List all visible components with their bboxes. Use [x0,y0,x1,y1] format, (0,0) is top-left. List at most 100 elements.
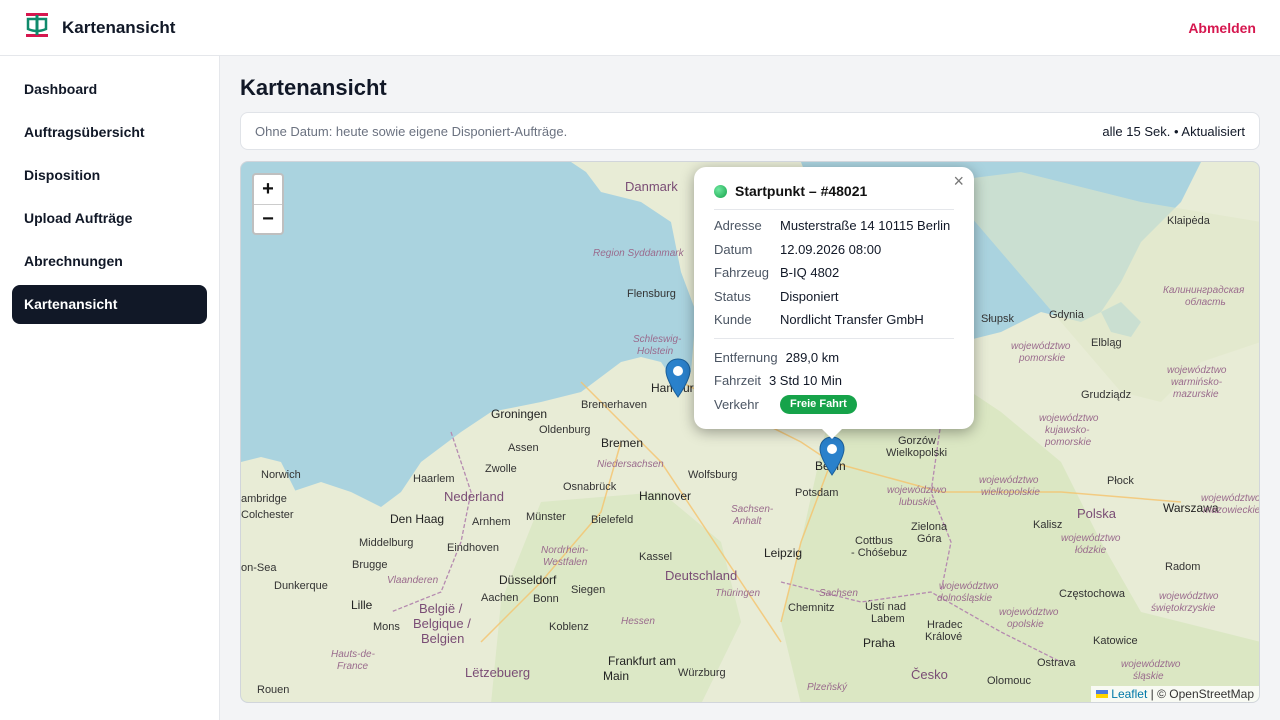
field-value: Musterstraße 14 10115 Berlin [780,218,951,233]
popup-field-fahrzeug: Fahrzeug B-IQ 4802 [714,261,954,285]
map-label-hradec-1: Hradec [927,619,963,631]
map-label-sachsen-anhalt-1: Sachsen- [731,504,774,515]
sidebar-item-upload-auftraege[interactable]: Upload Aufträge [12,199,207,238]
map-label-danmark: Danmark [625,179,678,194]
map-label-hauts-de-france-1: Hauts-de- [331,649,375,660]
sidebar: Dashboard Auftragsübersicht Disposition … [0,56,220,720]
map-label-wolfsburg: Wolfsburg [688,469,738,481]
map[interactable]: Danmark Region Syddanmark Flensburg Schl… [240,161,1260,703]
map-label-cambridge: ambridge [241,493,287,505]
map-label-aachen: Aachen [481,592,519,604]
map-label-bruegge: Brugge [352,559,388,571]
map-label-hannover: Hannover [639,489,692,503]
map-label-kaliningrad-1: Калининградская [1163,285,1245,296]
zoom-in-button[interactable]: + [254,175,282,204]
sidebar-item-abrechnungen[interactable]: Abrechnungen [12,242,207,281]
map-label-klaipeda: Klaipėda [1167,215,1210,227]
map-label-gdynia: Gdynia [1049,309,1084,321]
map-label-koblenz: Koblenz [549,621,589,633]
map-label-polska: Polska [1077,506,1117,521]
leaflet-link[interactable]: Leaflet [1111,687,1147,701]
map-label-assen: Assen [508,442,539,454]
field-label: Status [714,288,751,304]
map-label-colchester: Colchester [241,509,294,521]
map-label-schleswig-2: Holstein [637,346,674,357]
sidebar-item-disposition[interactable]: Disposition [12,156,207,195]
sidebar-item-auftragsuebersicht[interactable]: Auftragsübersicht [12,113,207,152]
map-label-mons: Mons [373,621,400,633]
map-label-hradec-2: Králové [925,631,963,643]
map-label-pomorskie-1: województwo [1011,341,1071,352]
map-label-pomorskie-2: pomorskie [1019,353,1066,364]
map-label-zielona-1: Zielona [911,521,948,533]
map-label-nederland: Nederland [444,489,504,504]
map-marker-berlin[interactable] [819,436,845,476]
map-label-radom: Radom [1165,561,1201,573]
popup-title: Startpunkt – #48021 [735,183,868,199]
map-label-dolnoslaskie-2: dolnośląskie [937,593,993,604]
traffic-badge: Freie Fahrt [780,394,857,414]
map-label-usti-1: Ústí nad [865,601,906,613]
popup-close-button[interactable]: × [953,171,964,192]
map-label-nrw-1: Nordrhein- [541,545,589,556]
refresh-status: alle 15 Sek. • Aktualisiert [1102,123,1245,139]
zoom-out-button[interactable]: − [254,204,282,233]
map-label-kujawsko-1: województwo [1039,413,1099,424]
field-label: Fahrzeug [714,265,769,280]
popup-field-status: Status Disponiert [714,285,954,309]
map-label-letzebuerg: Lëtzebuerg [465,665,531,680]
map-label-belgie-3: Belgien [421,631,465,646]
info-text: Ohne Datum: heute sowie eigene Disponier… [255,123,568,139]
map-label-warminsko-3: mazurskie [1173,389,1219,400]
field-value: Nordlicht Transfer GmbH [780,312,924,327]
popup-field-adresse: Adresse Musterstraße 14 10115 Berlin [714,214,954,238]
map-label-leipzig: Leipzig [764,546,803,560]
status-dot-icon [714,184,727,198]
map-label-muenster: Münster [526,511,566,523]
map-label-slupsk: Słupsk [981,313,1015,325]
map-label-lodzkie-2: łódzkie [1075,545,1107,556]
logo-icon [24,10,50,45]
map-label-usti-2: Labem [871,613,905,625]
map-label-region-syddanmark: Region Syddanmark [593,248,684,259]
page-title: Kartenansicht [240,75,387,100]
map-label-lille: Lille [351,598,373,612]
map-label-sachsen-anhalt-2: Anhalt [733,516,762,527]
map-label-elblag: Elbląg [1091,337,1122,349]
field-label: Kunde [714,312,752,327]
field-value: Disponiert [780,288,839,304]
map-label-zwolle: Zwolle [485,463,517,475]
map-label-opolskie-2: opolskie [1007,619,1044,630]
sidebar-item-kartenansicht[interactable]: Kartenansicht [12,285,207,324]
popup-field-datum: Datum 12.09.2026 08:00 [714,238,954,262]
logout-button[interactable]: Abmelden [1188,20,1256,36]
map-label-osnabrueck: Osnabrück [563,481,617,493]
map-label-czestochowa: Częstochowa [1059,588,1126,600]
marker-popup: × Startpunkt – #48021 Adresse Musterstra… [694,167,974,429]
map-label-kassel: Kassel [639,551,673,563]
info-bar: Ohne Datum: heute sowie eigene Disponier… [240,112,1260,150]
distance-label: Entfernung [714,349,778,365]
map-label-rouen: Rouen [257,684,290,696]
field-value: 12.09.2026 08:00 [780,241,882,257]
field-label: Datum [714,241,753,257]
map-label-thueringen: Thüringen [715,588,761,599]
map-label-kalisz: Kalisz [1033,519,1063,531]
map-label-hessen: Hessen [621,616,655,627]
map-label-kujawsko-3: pomorskie [1045,437,1092,448]
map-pin-icon [665,358,691,398]
map-label-belgie-1: België / [419,601,463,616]
map-label-kaliningrad-2: область [1185,297,1226,308]
map-label-bielefeld: Bielefeld [591,514,634,526]
field-value: B-IQ 4802 [780,265,840,280]
map-marker-hamburg[interactable] [665,358,691,398]
top-bar: Kartenansicht Abmelden [0,0,1280,56]
popup-tip [821,428,843,439]
map-label-southend: on-Sea [241,562,277,574]
map-label-schleswig-1: Schleswig- [633,334,682,345]
map-label-potsdam: Potsdam [795,487,839,499]
map-label-duesseldorf: Düsseldorf [499,573,557,587]
brand[interactable]: Kartenansicht [24,10,175,45]
map-label-gorzow-1: Gorzów [898,435,936,447]
sidebar-item-dashboard[interactable]: Dashboard [12,70,207,109]
